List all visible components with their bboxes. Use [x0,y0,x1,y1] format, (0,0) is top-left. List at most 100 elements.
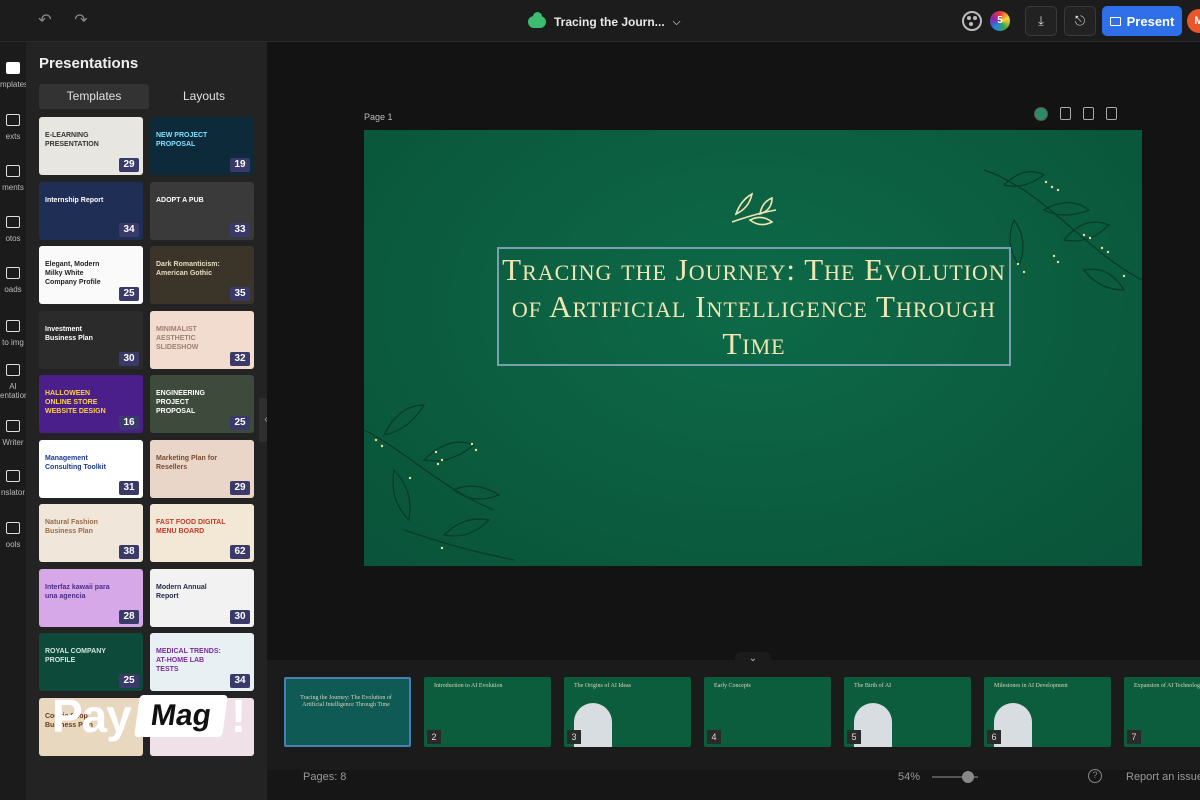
tab-layouts[interactable]: Layouts [149,84,259,109]
template-card[interactable]: ENGINEERING PROJECT PROPOSAL 25 [150,375,254,433]
tool-rail: mplates exts ments otos oads to img AI e… [0,42,28,800]
present-button[interactable]: Present [1102,6,1182,36]
page-thumbnail[interactable]: Early Concepts 4 [704,677,831,747]
present-label: Present [1126,13,1175,29]
slide-title-box[interactable]: Tracing the Journey: The Evolution of Ar… [497,247,1011,366]
slide-background-color[interactable] [1034,107,1048,121]
thumbnail-number: 6 [987,730,1001,744]
collaborators-badge[interactable]: 5 [990,11,1010,31]
template-card-title: E-LEARNING PRESENTATION [45,132,99,148]
thumbnail-title: Introduction to AI Evolution [434,683,503,689]
elements-icon [6,165,20,177]
template-card[interactable]: NEW PROJECT PROPOSAL 19 [150,117,254,175]
duplicate-page-icon[interactable] [1060,107,1071,120]
template-card[interactable]: Management Consulting Toolkit 31 [39,439,143,498]
thumbnail-title: The Birth of AI [854,683,892,689]
template-card[interactable]: Investment Business Plan 30 [39,310,143,369]
slide-title: Tracing the Journey: The Evolution of Ar… [502,252,1006,361]
download-icon[interactable]: ⤓ [1025,6,1057,36]
upload-icon [6,267,20,279]
paymag-watermark: Pay Mag ! [52,684,246,748]
redo-icon[interactable]: ↷ [72,12,90,30]
page-label: Page 1 [364,112,393,122]
rail-uploads[interactable]: oads [0,267,26,294]
share-icon[interactable]: ⎋ [1064,6,1096,36]
template-page-count: 30 [230,609,250,624]
page-thumbnail[interactable]: Milestones in AI Development 6 [984,677,1111,747]
writer-icon [6,420,20,432]
template-card[interactable]: E-LEARNING PRESENTATION 29 [39,117,143,175]
thumbnail-number: 3 [567,730,581,744]
template-card[interactable]: ROYAL COMPANY PROFILE 25 [39,633,143,691]
rail-elements[interactable]: ments [0,165,26,192]
panel-title: Presentations [39,55,139,72]
page-thumbnail[interactable]: Introduction to AI Evolution 2 [424,677,551,747]
undo-icon[interactable]: ↶ [36,12,54,30]
collapse-strip-icon[interactable]: ⌄ [735,652,771,666]
template-card-title: Marketing Plan for Resellers [156,454,218,471]
template-card-title: ENGINEERING PROJECT PROPOSAL [156,390,206,415]
template-card[interactable]: MEDICAL TRENDS: AT-HOME LAB TESTS 34 [150,633,254,691]
template-card-title: Dark Romanticism: American Gothic [156,261,220,277]
template-page-count: 25 [230,416,250,430]
page-thumbnail[interactable]: Expansion of AI Technology 7 [1124,677,1200,747]
template-page-count: 25 [119,287,139,301]
template-page-count: 31 [119,480,139,495]
cloud-saved-icon [528,12,546,28]
rail-templates[interactable]: mplates [0,62,28,89]
thumbnail-title: Expansion of AI Technology [1134,683,1200,689]
template-card[interactable]: Dark Romanticism: American Gothic 35 [150,246,254,304]
page-thumbnail[interactable]: Tracing the Journey: The Evolution of Ar… [284,677,411,747]
template-card[interactable]: Marketing Plan for Resellers 29 [150,439,254,498]
text-icon [6,114,20,126]
text-to-image-icon [6,320,20,332]
template-card[interactable]: FAST FOOD DIGITAL MENU BOARD 62 [150,504,254,562]
template-card-title: Modern Annual Report [156,583,207,600]
document-title[interactable]: Tracing the Journ... ⌵ [528,12,680,32]
trash-icon[interactable] [1106,107,1117,120]
template-card[interactable]: Interfaz kawaii para una agencia 28 [39,568,143,627]
page-thumbnail[interactable]: The Origins of AI Ideas 3 [564,677,691,747]
page-tools [1034,107,1117,123]
translator-icon [6,470,20,482]
tools-icon [6,522,20,534]
template-card-title: Interfaz kawaii para una agencia [45,583,110,600]
template-card[interactable]: MINIMALIST AESTHETIC SLIDESHOW 32 [150,310,254,369]
template-card-title: NEW PROJECT PROPOSAL [156,132,208,148]
rail-tools[interactable]: ools [0,522,26,549]
avatar[interactable]: M [1187,9,1200,33]
template-card[interactable]: Natural Fashion Business Plan 38 [39,504,143,562]
rail-translator[interactable]: nslator [0,470,26,497]
rail-writer[interactable]: Writer [0,420,26,447]
template-card-title: Internship Report [45,196,104,204]
thumbnail-title: Tracing the Journey: The Evolution of Ar… [300,695,392,708]
add-page-icon[interactable] [1083,107,1094,120]
rail-text-to-img[interactable]: to img [0,320,26,347]
chevron-down-icon: ⌵ [672,16,681,28]
rail-photos[interactable]: otos [0,216,26,243]
template-page-count: 35 [230,287,250,301]
template-card[interactable]: Internship Report 34 [39,181,143,240]
template-card-title: MINIMALIST AESTHETIC SLIDESHOW [156,325,199,351]
palette-icon[interactable] [962,11,982,31]
help-icon[interactable]: ? [1088,769,1102,783]
ai-presentation-icon [6,364,20,376]
page-thumbnail[interactable]: The Birth of AI 5 [844,677,971,747]
watermark-boxed-text: Mag [133,695,228,737]
present-icon [1109,16,1121,26]
zoom-slider-handle[interactable] [962,771,974,783]
report-issue-link[interactable]: Report an issue [1126,771,1200,783]
template-card-title: ADOPT A PUB [156,196,204,204]
template-card[interactable]: HALLOWEEN ONLINE STORE WEBSITE DESIGN 16 [39,375,143,433]
template-card[interactable]: Modern Annual Report 30 [150,568,254,627]
watermark-suffix: ! [230,690,247,742]
template-card[interactable]: ADOPT A PUB 33 [150,181,254,240]
template-card[interactable]: Elegant, Modern Milky White Company Prof… [39,246,143,304]
slide-canvas[interactable]: Tracing the Journey: The Evolution of Ar… [364,130,1142,566]
tab-templates[interactable]: Templates [39,84,149,109]
thumbnail-title: Early Concepts [714,683,751,689]
rail-ai-presentation[interactable]: AI entation [0,364,28,400]
rail-texts[interactable]: exts [0,114,26,141]
template-page-count: 29 [119,158,139,172]
template-page-count: 29 [230,480,250,495]
